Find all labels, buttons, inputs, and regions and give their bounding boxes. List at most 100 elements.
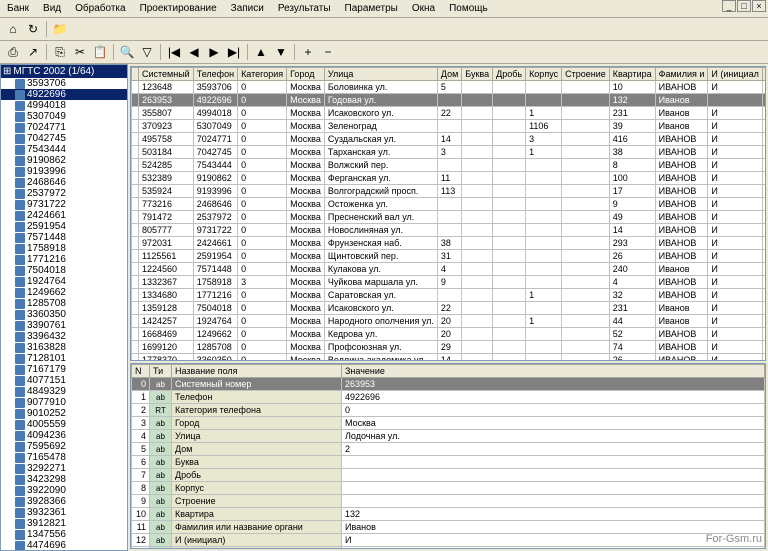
column-header[interactable]: И (инициал bbox=[708, 68, 762, 81]
tree-item[interactable]: 2424661 bbox=[1, 210, 127, 221]
table-row[interactable]: 112556125919540МоскваЩинтовский пер.3126… bbox=[132, 250, 767, 263]
cut-icon[interactable]: ✂ bbox=[71, 43, 89, 61]
detail-col[interactable]: Ти bbox=[150, 365, 172, 378]
print-icon[interactable]: ⎙ bbox=[4, 43, 22, 61]
table-row[interactable]: 35580749940180МоскваИсаковского ул.22123… bbox=[132, 107, 767, 120]
column-header[interactable]: Системный bbox=[139, 68, 194, 81]
detail-row[interactable]: 2RTКатегория телефона0 bbox=[132, 404, 765, 417]
tree-item[interactable]: 1347556 bbox=[1, 529, 127, 540]
detail-row[interactable]: 11abФамилия или название органиИванов bbox=[132, 521, 765, 534]
tree-item[interactable]: 4005559 bbox=[1, 419, 127, 430]
tree-item[interactable]: 3360350 bbox=[1, 309, 127, 320]
column-header[interactable]: Улица bbox=[324, 68, 437, 81]
next-icon[interactable]: ▶ bbox=[205, 43, 223, 61]
table-row[interactable]: 37092353070490МоскваЗеленоград110639Иван… bbox=[132, 120, 767, 133]
del-icon[interactable]: − bbox=[319, 43, 337, 61]
sidebar-tree[interactable]: ⊞ МГТС 2002 (1/64) 359370649226964994018… bbox=[0, 64, 128, 551]
table-row[interactable]: 12364835937060МоскваБоловинка ул.510ИВАН… bbox=[132, 81, 767, 94]
paste-icon[interactable]: 📋 bbox=[91, 43, 109, 61]
detail-row[interactable]: 10abКвартира132 bbox=[132, 508, 765, 521]
column-header[interactable]: Дробь bbox=[493, 68, 526, 81]
tree-item[interactable]: 2468646 bbox=[1, 177, 127, 188]
tree-item[interactable]: 4994018 bbox=[1, 100, 127, 111]
detail-col[interactable]: Значение bbox=[342, 365, 765, 378]
tree-item[interactable]: 3163828 bbox=[1, 342, 127, 353]
tree-item[interactable]: 1285708 bbox=[1, 298, 127, 309]
tree-item[interactable]: 9731722 bbox=[1, 199, 127, 210]
filter-icon[interactable]: ▽ bbox=[138, 43, 156, 61]
tree-item[interactable]: 4094236 bbox=[1, 430, 127, 441]
detail-row[interactable]: 1abТелефон4922696 bbox=[132, 391, 765, 404]
menu-Проектирование[interactable]: Проектирование bbox=[137, 2, 220, 15]
export-icon[interactable]: ↗ bbox=[24, 43, 42, 61]
detail-row[interactable]: 6abБуква bbox=[132, 456, 765, 469]
table-row[interactable]: 135912875040180МоскваИсаковского ул.2223… bbox=[132, 302, 767, 315]
tree-item[interactable]: 3423298 bbox=[1, 474, 127, 485]
menu-Вид[interactable]: Вид bbox=[40, 2, 64, 15]
last-icon[interactable]: ▶| bbox=[225, 43, 243, 61]
table-row[interactable]: 80577797317220МоскваНовослиняная ул.14ИВ… bbox=[132, 224, 767, 237]
tree-item[interactable]: 7128101 bbox=[1, 353, 127, 364]
tree-item[interactable]: 3912821 bbox=[1, 518, 127, 529]
menu-Окна[interactable]: Окна bbox=[409, 2, 438, 15]
main-grid[interactable]: СистемныйТелефонКатегорияГородУлицаДомБу… bbox=[130, 66, 766, 361]
column-header[interactable]: Категория bbox=[238, 68, 287, 81]
tree-item[interactable]: 1771216 bbox=[1, 254, 127, 265]
detail-row[interactable]: 3abГородМосква bbox=[132, 417, 765, 430]
tree-item[interactable]: 4474696 bbox=[1, 540, 127, 551]
max-btn[interactable]: □ bbox=[737, 0, 751, 12]
detail-col[interactable]: N bbox=[132, 365, 150, 378]
tree-item[interactable]: 4849329 bbox=[1, 386, 127, 397]
table-row[interactable]: 133236717589183МоскваЧуйкова маршала ул.… bbox=[132, 276, 767, 289]
add-icon[interactable]: + bbox=[299, 43, 317, 61]
tree-item[interactable]: 7042745 bbox=[1, 133, 127, 144]
tree-item[interactable]: 3928366 bbox=[1, 496, 127, 507]
close-btn[interactable]: × bbox=[752, 0, 766, 12]
table-row[interactable]: 77321624686460МоскваОстоженка ул.9ИВАНОВ… bbox=[132, 198, 767, 211]
tree-item[interactable]: 1758918 bbox=[1, 243, 127, 254]
column-header[interactable]: Фамилия и bbox=[655, 68, 708, 81]
detail-col[interactable]: Название поля bbox=[172, 365, 342, 378]
copy-icon[interactable]: ⎘ bbox=[51, 43, 69, 61]
table-row[interactable]: 53592491939960МоскваВолгоградский просп.… bbox=[132, 185, 767, 198]
tree-item[interactable]: 4922696 bbox=[1, 89, 127, 100]
tree-item[interactable]: 7167179 bbox=[1, 364, 127, 375]
prev-icon[interactable]: ◀ bbox=[185, 43, 203, 61]
tree-item[interactable]: 3292271 bbox=[1, 463, 127, 474]
min-btn[interactable]: _ bbox=[722, 0, 736, 12]
table-row[interactable]: 26395349226960МоскваГодовая ул.132Иванов… bbox=[132, 94, 767, 107]
menu-Помощь[interactable]: Помощь bbox=[446, 2, 491, 15]
tree-item[interactable]: 7595692 bbox=[1, 441, 127, 452]
detail-row[interactable]: 12abИ (инициал)И bbox=[132, 534, 765, 547]
table-row[interactable]: 97203124246610МоскваФрунзенская наб.3829… bbox=[132, 237, 767, 250]
tree-item[interactable]: 3390761 bbox=[1, 320, 127, 331]
column-header[interactable]: Корпус bbox=[526, 68, 562, 81]
column-header[interactable]: О (инициал bbox=[762, 68, 766, 81]
menu-Обработка[interactable]: Обработка bbox=[72, 2, 128, 15]
tree-item[interactable]: 3396432 bbox=[1, 331, 127, 342]
find-icon[interactable]: 🔍 bbox=[118, 43, 136, 61]
table-row[interactable]: 169912012857080МоскваПрофсоюзная ул.2974… bbox=[132, 341, 767, 354]
folder-icon[interactable]: 📁 bbox=[51, 20, 69, 38]
menu-Параметры[interactable]: Параметры bbox=[342, 2, 401, 15]
table-row[interactable]: 166846912496620МоскваКедрова ул.2052ИВАН… bbox=[132, 328, 767, 341]
tree-item[interactable]: 7165478 bbox=[1, 452, 127, 463]
tree-item[interactable]: 7543444 bbox=[1, 144, 127, 155]
table-row[interactable]: 122456075714480МоскваКулакова ул.4240Ива… bbox=[132, 263, 767, 276]
tree-item[interactable]: 9010252 bbox=[1, 408, 127, 419]
menu-Записи[interactable]: Записи bbox=[228, 2, 267, 15]
table-row[interactable]: 142425719247640МоскваНародного ополчения… bbox=[132, 315, 767, 328]
column-header[interactable]: Телефон bbox=[193, 68, 237, 81]
tree-item[interactable]: 3922090 bbox=[1, 485, 127, 496]
column-header[interactable]: Строение bbox=[562, 68, 610, 81]
tree-item[interactable]: 7571448 bbox=[1, 232, 127, 243]
tree-item[interactable]: 1924764 bbox=[1, 276, 127, 287]
column-header[interactable]: Дом bbox=[437, 68, 461, 81]
detail-row[interactable]: 0abСистемный номер263953 bbox=[132, 378, 765, 391]
detail-row[interactable]: 7abДробь bbox=[132, 469, 765, 482]
table-row[interactable]: 52428575434440МоскваВолжский пер.8ИВАНОВ… bbox=[132, 159, 767, 172]
detail-row[interactable]: 9abСтроение bbox=[132, 495, 765, 508]
table-row[interactable]: 49575870247710МоскваСуздальская ул.14341… bbox=[132, 133, 767, 146]
first-icon[interactable]: |◀ bbox=[165, 43, 183, 61]
tree-item[interactable]: 7024771 bbox=[1, 122, 127, 133]
